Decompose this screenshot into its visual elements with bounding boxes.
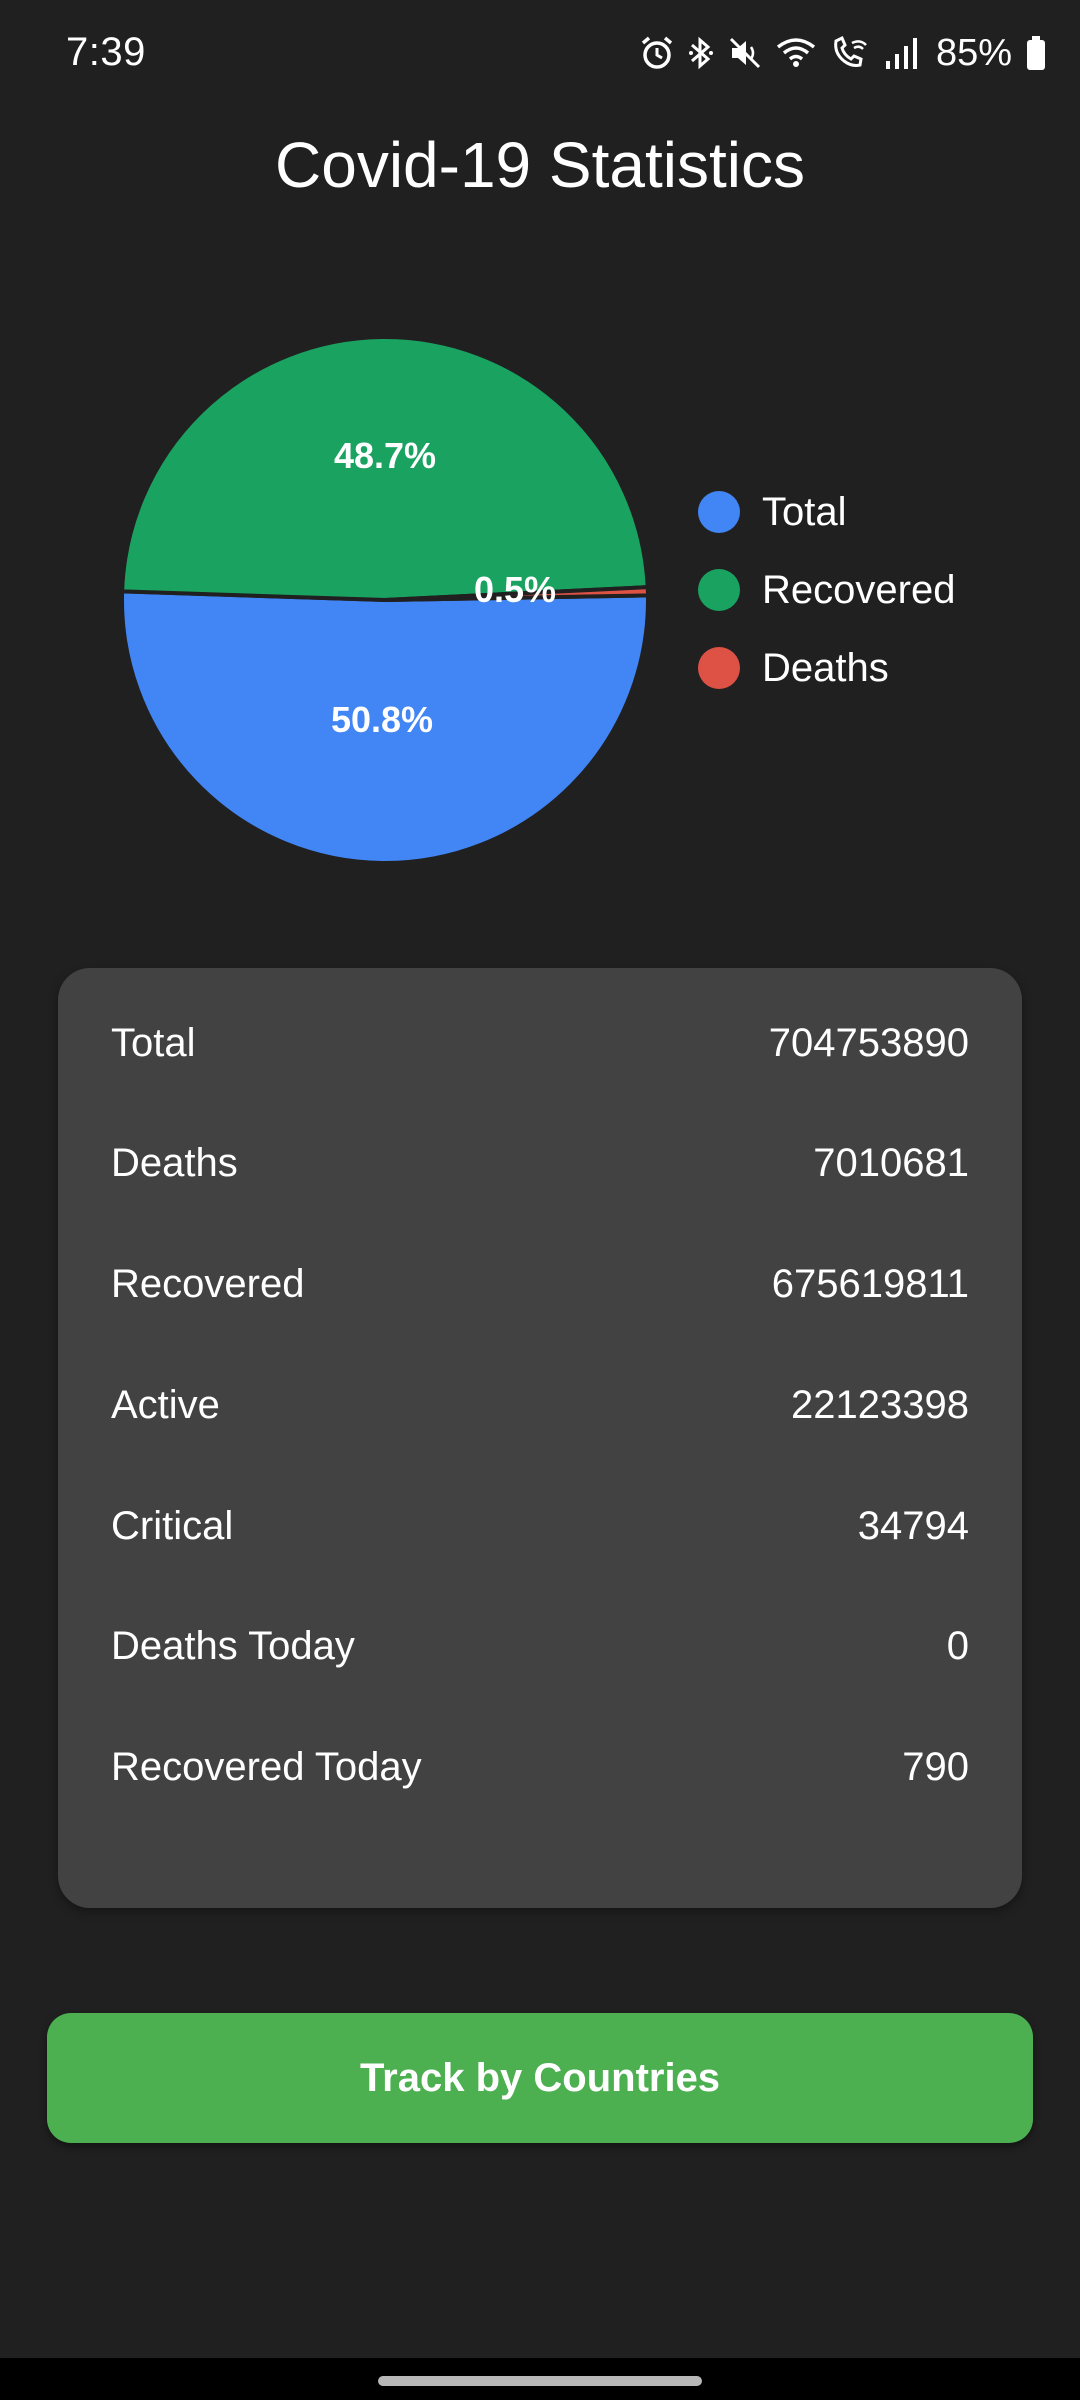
pie-label-recovered: 48.7% bbox=[334, 435, 436, 476]
stat-value: 704753890 bbox=[768, 1020, 969, 1065]
status-bar: 7:39 85% bbox=[0, 0, 1080, 100]
stat-value: 0 bbox=[946, 1623, 969, 1668]
stat-value: 22123398 bbox=[791, 1382, 969, 1427]
stat-value: 7010681 bbox=[813, 1140, 969, 1185]
stat-label: Recovered Today bbox=[111, 1744, 422, 1789]
stat-row: Deaths Today 0 bbox=[111, 1616, 969, 1676]
chart-area: 50.8% 48.7% 0.5% Total Recovered Deaths bbox=[0, 320, 1080, 910]
stat-label: Deaths bbox=[111, 1140, 238, 1185]
mute-icon bbox=[728, 35, 762, 71]
legend-label: Deaths bbox=[762, 645, 889, 690]
stat-value: 34794 bbox=[857, 1503, 969, 1548]
chart-legend: Total Recovered Deaths bbox=[698, 490, 955, 690]
battery-icon bbox=[1026, 35, 1046, 71]
stat-label: Recovered bbox=[111, 1261, 305, 1306]
stat-row: Recovered Today 790 bbox=[111, 1737, 969, 1797]
pie-chart: 50.8% 48.7% 0.5% bbox=[120, 335, 650, 865]
stat-value: 675619811 bbox=[771, 1261, 969, 1306]
legend-swatch bbox=[698, 569, 740, 611]
legend-item: Recovered bbox=[698, 568, 955, 612]
pie-label-total: 50.8% bbox=[331, 699, 433, 740]
stat-label: Critical bbox=[111, 1503, 234, 1548]
stat-label: Active bbox=[111, 1382, 220, 1427]
wifi-icon bbox=[776, 35, 816, 71]
stats-card: Total 704753890 Deaths 7010681 Recovered 6756… bbox=[58, 968, 1022, 1908]
alarm-icon bbox=[640, 35, 674, 71]
legend-item: Deaths bbox=[698, 646, 955, 690]
stat-value: 790 bbox=[902, 1744, 969, 1789]
bluetooth-icon bbox=[688, 35, 714, 71]
stat-label: Deaths Today bbox=[111, 1623, 355, 1668]
legend-label: Total bbox=[762, 489, 847, 534]
legend-label: Recovered bbox=[762, 567, 956, 612]
stat-row: Active 22123398 bbox=[111, 1375, 969, 1435]
signal-icon bbox=[884, 35, 920, 71]
stat-row: Total 704753890 bbox=[111, 1013, 969, 1073]
battery-percentage: 85% bbox=[935, 31, 1012, 74]
stat-label: Total bbox=[111, 1020, 196, 1065]
page-title: Covid-19 Statistics bbox=[275, 129, 805, 201]
status-time: 7:39 bbox=[66, 30, 146, 74]
status-icons: 85% bbox=[640, 28, 1046, 78]
legend-swatch bbox=[698, 491, 740, 533]
track-by-countries-button[interactable]: Track by Countries bbox=[47, 2013, 1033, 2143]
legend-item: Total bbox=[698, 490, 955, 534]
home-gesture-handle[interactable] bbox=[378, 2376, 702, 2386]
legend-swatch bbox=[698, 647, 740, 689]
stat-row: Deaths 7010681 bbox=[111, 1133, 969, 1193]
wifi-calling-icon bbox=[830, 35, 870, 71]
pie-label-deaths: 0.5% bbox=[474, 569, 556, 610]
stat-row: Recovered 675619811 bbox=[111, 1254, 969, 1314]
stat-row: Critical 34794 bbox=[111, 1496, 969, 1556]
